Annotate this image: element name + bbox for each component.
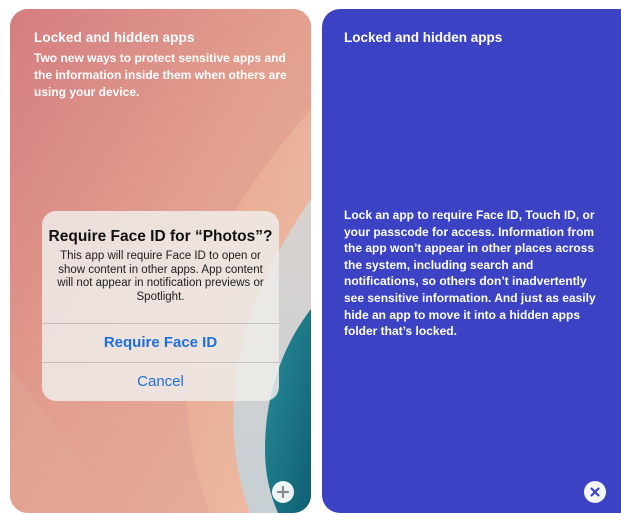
plus-icon [276, 485, 290, 499]
page: Locked and hidden apps Two new ways to p… [0, 0, 621, 513]
cancel-button[interactable]: Cancel [42, 363, 279, 401]
card-description: Two new ways to protect sensitive apps a… [34, 51, 287, 99]
alert-message: This app will require Face ID to open or… [57, 250, 264, 304]
feature-card-right: Locked and hidden apps Lock an app to re… [322, 9, 621, 513]
add-button[interactable] [272, 481, 294, 503]
close-button[interactable] [584, 481, 606, 503]
require-face-id-button[interactable]: Require Face ID [42, 324, 279, 362]
card-body-text: Lock an app to require Face ID, Touch ID… [344, 208, 596, 339]
close-icon [590, 487, 600, 497]
alert-title: Require Face ID for “Photos”? [48, 228, 273, 245]
card-title: Locked and hidden apps [344, 30, 503, 45]
face-id-alert-dialog: Require Face ID for “Photos”? This app w… [42, 211, 279, 401]
card-title: Locked and hidden apps [34, 30, 195, 45]
